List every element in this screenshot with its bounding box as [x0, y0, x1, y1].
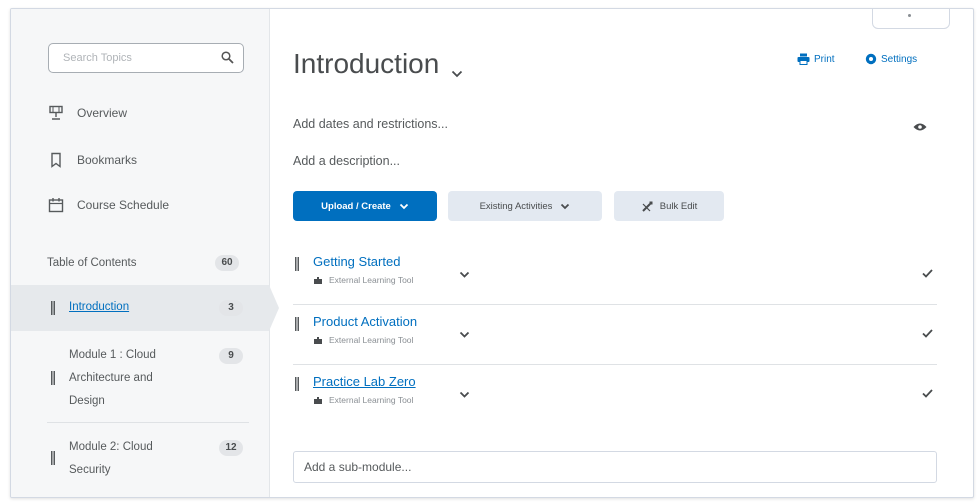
- add-dates-link[interactable]: Add dates and restrictions...: [293, 117, 448, 131]
- drag-handle-icon[interactable]: [51, 371, 55, 390]
- checkmark-icon: [922, 385, 933, 403]
- drag-handle-icon[interactable]: [295, 377, 299, 396]
- search-field[interactable]: [48, 43, 244, 73]
- drag-handle-icon[interactable]: [51, 451, 55, 470]
- settings-label: Settings: [881, 53, 918, 65]
- nav-bookmarks[interactable]: Bookmarks: [47, 148, 137, 172]
- item-options-chevron-icon[interactable]: [459, 265, 470, 283]
- nav-course-schedule[interactable]: Course Schedule: [47, 193, 169, 217]
- page-title-text: Introduction: [293, 48, 440, 79]
- puzzle-icon: [314, 336, 322, 344]
- module-item-module-1[interactable]: Module 1 : Cloud Architecture and Design…: [11, 331, 269, 423]
- module-label: Introduction: [69, 301, 130, 313]
- bulk-edit-label: Bulk Edit: [659, 200, 698, 212]
- toc-label: Table of Contents: [47, 257, 137, 269]
- content-item-row: Product Activation External Learning Too…: [293, 305, 937, 365]
- table-of-contents-header[interactable]: Table of Contents 60: [47, 253, 239, 273]
- content-item-row: Practice Lab Zero External Learning Tool: [293, 365, 937, 425]
- module-count-badge: 12: [219, 440, 243, 456]
- trophy-icon: [47, 104, 65, 122]
- chevron-down-icon: [561, 203, 570, 209]
- bookmark-icon: [47, 151, 65, 169]
- add-submodule-input[interactable]: [302, 459, 906, 475]
- content-item-row: Getting Started External Learning Tool: [293, 245, 937, 305]
- item-title-link[interactable]: Practice Lab Zero: [313, 374, 416, 389]
- content-window: Overview Bookmarks Course Schedule Table…: [10, 8, 974, 498]
- item-type-label: External Learning Tool: [329, 395, 414, 405]
- overflow-tab[interactable]: [872, 9, 950, 29]
- module-item-module-2[interactable]: Module 2: Cloud Security 12: [11, 423, 269, 497]
- nav-bookmarks-label: Bookmarks: [77, 153, 138, 167]
- bulk-edit-icon: [642, 201, 653, 212]
- search-icon[interactable]: [221, 51, 234, 69]
- drag-handle-icon[interactable]: [51, 301, 55, 320]
- chevron-down-icon: [399, 203, 408, 209]
- item-title-link[interactable]: Getting Started: [313, 254, 400, 269]
- item-type: External Learning Tool: [313, 335, 413, 345]
- checkmark-icon: [922, 265, 933, 283]
- print-label: Print: [814, 53, 835, 65]
- item-type: External Learning Tool: [313, 395, 413, 405]
- existing-activities-button[interactable]: Existing Activities: [448, 191, 602, 221]
- item-options-chevron-icon[interactable]: [459, 325, 470, 343]
- item-type: External Learning Tool: [313, 275, 413, 285]
- sidebar: Overview Bookmarks Course Schedule Table…: [11, 9, 279, 497]
- item-type-label: External Learning Tool: [329, 335, 414, 345]
- chevron-down-icon[interactable]: [451, 53, 463, 85]
- item-title-link[interactable]: Product Activation: [313, 314, 417, 329]
- nav-course-schedule-label: Course Schedule: [77, 198, 170, 212]
- page-title[interactable]: Introduction: [293, 43, 463, 85]
- search-input[interactable]: [61, 51, 215, 65]
- printer-icon: [797, 53, 810, 65]
- drag-handle-icon[interactable]: [295, 317, 299, 336]
- module-count-badge: 9: [219, 348, 243, 364]
- settings-button[interactable]: Settings: [865, 53, 917, 65]
- upload-create-button[interactable]: Upload / Create: [293, 191, 437, 221]
- item-type-label: External Learning Tool: [329, 275, 414, 285]
- bulk-edit-button[interactable]: Bulk Edit: [614, 191, 724, 221]
- puzzle-icon: [314, 396, 322, 404]
- module-label: Module 2: Cloud Security: [69, 441, 153, 476]
- dot-icon: [908, 14, 911, 17]
- module-item-introduction[interactable]: Introduction 3: [11, 285, 279, 331]
- toc-count-badge: 60: [215, 255, 239, 271]
- nav-overview-label: Overview: [77, 106, 128, 120]
- main-content: Introduction Print Settings Add dates an…: [269, 9, 973, 497]
- existing-activities-label: Existing Activities: [479, 200, 553, 212]
- add-description-link[interactable]: Add a description...: [293, 154, 400, 168]
- module-label: Module 1 : Cloud Architecture and Design: [69, 349, 156, 407]
- checkmark-icon: [922, 325, 933, 343]
- puzzle-icon: [314, 276, 322, 284]
- upload-create-label: Upload / Create: [321, 200, 391, 212]
- item-options-chevron-icon[interactable]: [459, 385, 470, 403]
- print-button[interactable]: Print: [797, 53, 835, 65]
- calendar-icon: [47, 196, 65, 214]
- visibility-eye-icon[interactable]: [913, 119, 927, 137]
- drag-handle-icon[interactable]: [295, 257, 299, 276]
- gear-icon: [865, 53, 877, 65]
- module-count-badge: 3: [219, 300, 243, 316]
- add-submodule-field[interactable]: [293, 451, 937, 483]
- nav-overview[interactable]: Overview: [47, 101, 127, 125]
